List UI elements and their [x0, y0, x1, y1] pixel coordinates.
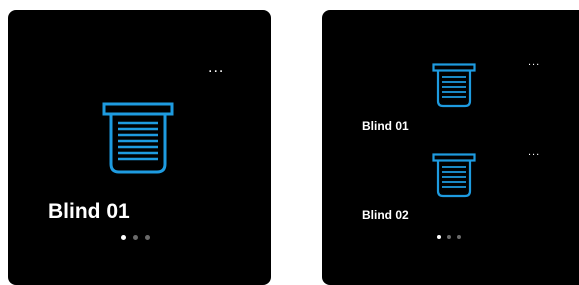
more-options-button[interactable]: ...	[528, 57, 540, 68]
blind-name: Blind 01	[362, 119, 409, 133]
pagination-dots	[437, 235, 461, 239]
pagination-dot[interactable]	[145, 235, 150, 240]
pagination-dot[interactable]	[457, 235, 461, 239]
more-options-button[interactable]: ...	[528, 147, 540, 158]
blind-name: Blind 01	[48, 200, 130, 223]
pagination-dot-active[interactable]	[121, 235, 126, 240]
blind-icon	[432, 63, 476, 108]
pagination-dot[interactable]	[133, 235, 138, 240]
blind-name: Blind 02	[362, 208, 409, 222]
pagination-dot[interactable]	[447, 235, 451, 239]
blind-icon	[102, 102, 174, 174]
blind-list-panel: ... Blind 01 ... Blind 02	[322, 10, 579, 285]
more-options-button[interactable]: ...	[208, 60, 224, 76]
blind-icon	[432, 153, 476, 198]
pagination-dots	[121, 235, 150, 240]
blind-tile-large[interactable]: ... Blind 01	[8, 10, 271, 285]
pagination-dot-active[interactable]	[437, 235, 441, 239]
